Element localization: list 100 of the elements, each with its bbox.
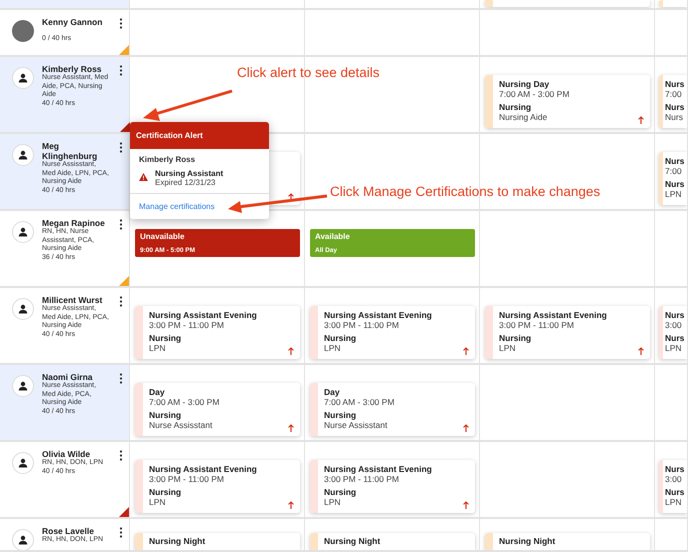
shift-card[interactable]: Nursing Night [485, 533, 650, 550]
shift-role: LPN [149, 343, 167, 353]
employee-name: Naomi Girna [42, 372, 93, 382]
employee-name: Megan Rapinoe [42, 218, 106, 228]
shift-card[interactable]: Nursing Night [310, 533, 475, 550]
shift-department: Nurs [665, 333, 684, 343]
shift-title: Nursing Night [149, 536, 206, 546]
shift-card[interactable] [485, 0, 650, 7]
schedule-cell[interactable] [130, 0, 305, 10]
shift-card[interactable]: Nurs 3:00 Nurs LPN [659, 460, 687, 513]
shift-role: LPN [499, 343, 517, 353]
shift-title: Nurs [665, 156, 684, 166]
employee-name: Kimberly Ross [139, 155, 196, 164]
more-icon[interactable] [119, 296, 123, 307]
shift-title: Nursing Assistant Evening [324, 464, 432, 474]
certification-name: Nursing Assistant [155, 169, 224, 178]
shift-department: Nursing [324, 410, 358, 420]
annotation-text: Click alert to see details [237, 65, 380, 80]
shift-time: 7:00 [665, 166, 683, 176]
manage-certifications-link[interactable]: Manage certifications [139, 202, 215, 211]
shift-title: Nursing Assistant Evening [149, 310, 257, 320]
popup-title: Certification Alert [130, 122, 269, 149]
shift-time: 3:00 PM - 11:00 PM [324, 474, 400, 484]
shift-role: Nurse Assisstant [149, 420, 214, 430]
employee-name: Meg Klinghenburg [42, 141, 98, 161]
schedule-cell[interactable] [480, 10, 655, 57]
shift-department: Nursing [499, 102, 532, 112]
shift-title: Nurs [665, 464, 684, 474]
shift-card[interactable] [659, 0, 687, 7]
shift-time: 7:00 [665, 89, 683, 99]
warning-icon [139, 173, 148, 181]
shift-department: Nursing [149, 487, 182, 497]
shift-role: LPN [324, 497, 342, 507]
schedule-cell[interactable] [480, 211, 655, 288]
schedule-cell[interactable] [655, 211, 688, 288]
shift-role: Nurse Assisstant [324, 420, 388, 430]
more-icon[interactable] [119, 450, 123, 461]
shift-department: Nursing [499, 333, 532, 343]
schedule-cell[interactable] [480, 442, 655, 519]
shift-department: Nurs [665, 179, 684, 189]
shift-time: 3:00 PM - 11:00 PM [149, 474, 225, 484]
more-icon[interactable] [119, 373, 123, 384]
certification-expiry: Expired 12/31/23 [155, 178, 216, 187]
shift-department: Nursing [149, 410, 182, 420]
employee-name: Millicent Wurst [42, 295, 104, 305]
shift-card[interactable]: Nursing Night [135, 533, 300, 550]
shift-role: LPN [149, 497, 167, 507]
shift-time: 3:00 [665, 474, 683, 484]
schedule-cell[interactable] [655, 519, 688, 552]
shift-time: 3:00 PM - 11:00 PM [499, 320, 575, 330]
more-icon[interactable] [119, 65, 123, 76]
employee-name: Kenny Gannon [42, 17, 104, 27]
schedule-cell[interactable] [130, 10, 305, 57]
shift-time: 3:00 PM - 11:00 PM [149, 320, 225, 330]
schedule-cell[interactable] [305, 0, 480, 10]
shift-time: 7:00 AM - 3:00 PM [499, 89, 570, 99]
availability-label: Available [315, 232, 351, 241]
annotation-text: Click Manage Certifications to make changes [330, 184, 600, 199]
shift-card[interactable]: Nursing Assistant Evening 3:00 PM - 11:00 PM Nursing LPN [310, 306, 475, 359]
shift-time: 3:00 [665, 320, 683, 330]
shift-card[interactable]: Nurs 7:00 Nurs Nurs [659, 75, 687, 128]
shift-card[interactable]: Nurs 7:00 Nurs LPN [659, 152, 687, 205]
shift-card[interactable]: Nursing Assistant Evening 3:00 PM - 11:00 PM Nursing LPN [135, 460, 300, 513]
shift-card[interactable]: Day 7:00 AM - 3:00 PM Nursing Nurse Assisstant [135, 383, 300, 436]
shift-department: Nurs [665, 102, 684, 112]
shift-title: Nursing Assistant Evening [149, 464, 257, 474]
shift-title: Day [149, 387, 166, 397]
shift-card[interactable]: Nursing Day 7:00 AM - 3:00 PM Nursing Nursing Aide [485, 75, 650, 128]
shift-title: Nursing Assistant Evening [499, 310, 607, 320]
shift-card[interactable]: Nursing Assistant Evening 3:00 PM - 11:00 PM Nursing LPN [310, 460, 475, 513]
shift-title: Nurs [665, 310, 684, 320]
shift-time: 7:00 AM - 3:00 PM [149, 397, 220, 407]
shift-department: Nursing [324, 333, 358, 343]
shift-title: Nursing Night [499, 536, 556, 546]
shift-card[interactable]: Nurs 3:00 Nurs LPN [659, 306, 687, 359]
shift-title: Nursing Assistant Evening [324, 310, 432, 320]
shift-card[interactable]: Nursing Assistant Evening 3:00 PM - 11:00 PM Nursing LPN [485, 306, 650, 359]
more-icon[interactable] [119, 18, 123, 29]
shift-title: Nurs [665, 79, 684, 89]
shift-role: LPN [665, 497, 683, 507]
shift-title: Nursing Night [324, 536, 380, 546]
shift-role: LPN [665, 343, 683, 353]
schedule-cell[interactable] [305, 10, 480, 57]
shift-time: 7:00 AM - 3:00 PM [324, 397, 394, 407]
schedule-cell[interactable] [655, 365, 688, 442]
schedule-cell[interactable] [480, 365, 655, 442]
availability-label: Unavailable [140, 232, 186, 241]
shift-card[interactable]: Nursing Assistant Evening 3:00 PM - 11:00 PM Nursing LPN [135, 306, 300, 359]
shift-time: 3:00 PM - 11:00 PM [324, 320, 400, 330]
more-icon[interactable] [119, 527, 123, 538]
shift-role: Nurs [665, 112, 684, 122]
shift-title: Day [324, 387, 341, 397]
more-icon[interactable] [119, 142, 123, 153]
shift-card[interactable]: Day 7:00 AM - 3:00 PM Nursing Nurse Assisstant [310, 383, 475, 436]
shift-title: Nursing Day [499, 79, 550, 89]
schedule-cell[interactable] [655, 10, 688, 57]
shift-role: Nursing Aide [499, 112, 548, 122]
shift-department: Nursing [149, 333, 182, 343]
more-icon[interactable] [119, 219, 123, 230]
employee-name: Olivia Wilde [42, 449, 92, 459]
